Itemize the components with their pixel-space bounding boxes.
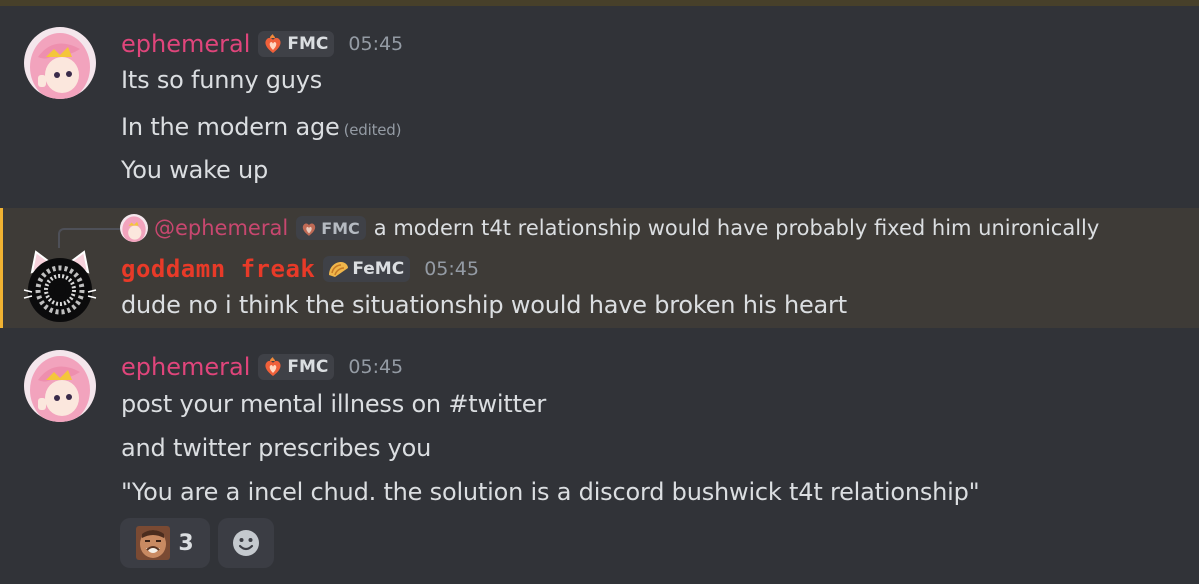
fire-heart-icon	[265, 357, 281, 376]
reaction-button[interactable]: 3	[120, 518, 210, 568]
timestamp[interactable]: 05:45	[348, 33, 403, 55]
taco-icon	[329, 262, 349, 277]
message-line: You wake up	[121, 156, 269, 184]
reaction-count: 3	[178, 530, 194, 556]
message-line: Its so funny guys	[121, 66, 323, 94]
timestamp[interactable]: 05:45	[424, 258, 479, 280]
message-header: goddamn freak FeMC 05:45	[121, 255, 479, 283]
message-text: In the modern age	[121, 113, 340, 141]
message-line: and twitter prescribes you	[121, 434, 432, 462]
message-group-1: ephemeral FMC 05:45 Its so funny guys In…	[0, 0, 1199, 208]
message-line: In the modern age (edited)	[121, 113, 401, 141]
timestamp[interactable]: 05:45	[348, 356, 403, 378]
reply-mention[interactable]: @ephemeral	[154, 216, 288, 240]
tag-label: FeMC	[352, 259, 405, 279]
tag-label: FMC	[287, 357, 329, 377]
reply-text: a modern t4t relationship would have pro…	[373, 216, 1100, 240]
reply-avatar-image	[120, 214, 148, 242]
avatar-image	[24, 27, 96, 99]
reply-avatar	[120, 214, 148, 242]
add-reaction-button[interactable]	[218, 518, 274, 568]
reply-connector	[58, 228, 120, 248]
reply-preview[interactable]: @ephemeral FMC a modern t4t relationship…	[120, 214, 1099, 242]
avatar-goddamn-freak[interactable]	[22, 250, 98, 326]
message-text: post your mental illness on #twitter	[121, 390, 547, 418]
avatar-image	[23, 250, 97, 322]
message-line: "You are a incel chud. the solution is a…	[121, 478, 980, 506]
tag-label: FMC	[287, 34, 329, 54]
username[interactable]: goddamn freak	[121, 255, 315, 283]
message-line: post your mental illness on #twitter	[121, 390, 546, 418]
avatar-ephemeral[interactable]	[24, 350, 96, 422]
fire-heart-icon	[265, 34, 281, 53]
username[interactable]: ephemeral	[121, 353, 250, 381]
edited-label: (edited)	[343, 121, 402, 139]
avatar-image	[24, 350, 96, 422]
server-tag[interactable]: FeMC	[323, 256, 411, 282]
message-line: dude no i think the situationship would …	[121, 291, 847, 319]
message-group-3: ephemeral FMC 05:45 post your mental ill…	[0, 328, 1199, 584]
mention-highlight-bar	[0, 208, 3, 328]
message-header: ephemeral FMC 05:45	[121, 30, 403, 58]
add-reaction-icon	[233, 530, 259, 556]
tag-label: FMC	[321, 218, 360, 238]
reply-server-tag: FMC	[296, 216, 366, 240]
username[interactable]: ephemeral	[121, 30, 250, 58]
laughing-face-emoji	[136, 526, 171, 560]
message-header: ephemeral FMC 05:45	[121, 353, 403, 381]
avatar-ephemeral[interactable]	[24, 27, 96, 99]
server-tag[interactable]: FMC	[258, 354, 335, 380]
fire-heart-icon	[303, 223, 316, 236]
server-tag[interactable]: FMC	[258, 31, 335, 57]
